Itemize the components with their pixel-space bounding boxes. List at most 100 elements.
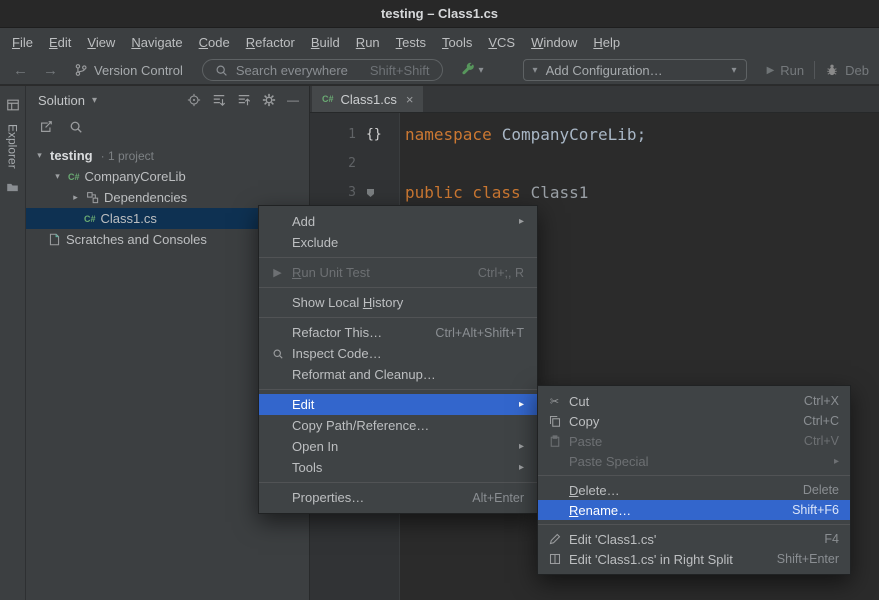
keyword-token: public class	[405, 183, 521, 202]
chevron-right-icon: ▸	[70, 192, 81, 203]
menu-item-show-local-history[interactable]: Show Local History	[259, 292, 537, 313]
copy-icon	[546, 415, 563, 427]
menu-separator	[538, 524, 850, 525]
search-shortcut-hint: Shift+Shift	[370, 63, 430, 78]
menu-item-copy-path[interactable]: Copy Path/Reference…	[259, 415, 537, 436]
menu-item-tools[interactable]: Tools ▸	[259, 457, 537, 478]
setup-environment-button[interactable]: ▾	[460, 62, 484, 78]
play-icon: ▶	[269, 266, 286, 279]
explorer-tool-button[interactable]: Explorer	[6, 124, 20, 169]
menu-item-rename[interactable]: Rename… Shift+F6	[538, 500, 850, 520]
menu-item-copy[interactable]: Copy Ctrl+C	[538, 411, 850, 431]
expand-all-icon[interactable]	[212, 93, 226, 107]
line-number: 1	[310, 127, 356, 142]
project-tool-window-icon[interactable]	[6, 98, 20, 112]
version-control-label: Version Control	[94, 63, 183, 78]
menubar-item-help[interactable]: Help	[585, 35, 628, 50]
close-icon[interactable]: ×	[406, 92, 414, 107]
tool-window-stripe: Explorer	[0, 86, 26, 600]
locate-file-icon[interactable]	[187, 93, 201, 107]
csharp-file-icon: C#	[84, 214, 96, 224]
gear-icon[interactable]	[262, 93, 276, 107]
menu-item-edit-file-right-split[interactable]: Edit 'Class1.cs' in Right Split Shift+En…	[538, 549, 850, 569]
bug-icon	[825, 63, 839, 77]
menubar-item-vcs[interactable]: VCS	[480, 35, 523, 50]
context-menu: Add ▸ Exclude ▶ Run Unit Test Ctrl+;, R …	[258, 205, 538, 514]
menu-item-refactor-this[interactable]: Refactor This… Ctrl+Alt+Shift+T	[259, 322, 537, 343]
scroll-to-source-icon[interactable]	[39, 120, 53, 134]
run-button-label: Run	[780, 63, 804, 78]
menubar-item-edit[interactable]: Edit	[41, 35, 79, 50]
dependencies-icon	[86, 191, 99, 204]
menu-item-edit[interactable]: Edit ▸	[259, 394, 537, 415]
menu-item-properties[interactable]: Properties… Alt+Enter	[259, 487, 537, 508]
code-line: public class Class1	[400, 178, 879, 207]
menu-separator	[259, 482, 537, 483]
run-configuration-select[interactable]: ▾ Add Configuration… ▾	[523, 59, 747, 81]
panel-header-icons: —	[187, 93, 299, 107]
menu-item-inspect-code[interactable]: Inspect Code…	[259, 343, 537, 364]
version-control-widget[interactable]: Version Control	[74, 63, 183, 78]
menubar-item-window[interactable]: Window	[523, 35, 585, 50]
tree-item-companycorelib[interactable]: ▾ C# CompanyCoreLib	[26, 166, 309, 187]
menubar-item-tools[interactable]: Tools	[434, 35, 480, 50]
chevron-down-icon: ▾	[479, 65, 484, 76]
menu-item-delete[interactable]: Delete… Delete	[538, 480, 850, 500]
braces-inlay-icon: {}	[356, 127, 399, 142]
folder-icon[interactable]	[6, 181, 19, 194]
menubar-item-navigate[interactable]: Navigate	[123, 35, 190, 50]
scratches-icon	[48, 233, 61, 246]
tree-module-label: CompanyCoreLib	[85, 169, 186, 184]
chevron-down-icon: ▾	[52, 171, 63, 182]
scissors-icon: ✂	[546, 395, 563, 408]
menu-separator	[259, 287, 537, 288]
tab-label: Class1.cs	[341, 92, 397, 107]
menubar-item-view[interactable]: View	[79, 35, 123, 50]
code-line	[400, 149, 879, 178]
main-toolbar: ← → Version Control Search everywhere Sh…	[0, 56, 879, 85]
tree-item-project[interactable]: ▾ testing · 1 project	[26, 145, 309, 166]
menubar-item-file[interactable]: File	[4, 35, 41, 50]
search-icon	[215, 64, 228, 77]
solution-view-select[interactable]: Solution	[38, 93, 85, 108]
tree-file-label: Class1.cs	[101, 211, 157, 226]
line-number: 2	[310, 156, 356, 171]
tree-dependencies-label: Dependencies	[104, 190, 187, 205]
menubar-item-refactor[interactable]: Refactor	[238, 35, 303, 50]
chevron-down-icon: ▾	[533, 65, 538, 76]
menu-item-cut[interactable]: ✂ Cut Ctrl+X	[538, 391, 850, 411]
menu-separator	[538, 475, 850, 476]
chevron-down-icon: ▾	[92, 95, 97, 106]
menubar-item-build[interactable]: Build	[303, 35, 348, 50]
menu-item-edit-file[interactable]: Edit 'Class1.cs' F4	[538, 529, 850, 549]
menubar-item-run[interactable]: Run	[348, 35, 388, 50]
submenu-arrow-icon: ▸	[519, 399, 524, 410]
class-name-token: Class1	[531, 183, 589, 202]
main-menu-bar: File Edit View Navigate Code Refactor Bu…	[0, 28, 879, 56]
menu-item-reformat-cleanup[interactable]: Reformat and Cleanup…	[259, 364, 537, 385]
tab-class1[interactable]: C# Class1.cs ×	[312, 86, 423, 112]
wrench-icon	[460, 62, 476, 78]
menubar-item-code[interactable]: Code	[191, 35, 238, 50]
gutter-annotation-icon	[356, 188, 399, 198]
menu-item-exclude[interactable]: Exclude	[259, 232, 537, 253]
debug-button-label: Deb	[845, 63, 869, 78]
paste-icon	[546, 435, 563, 447]
hide-panel-button[interactable]: —	[287, 93, 299, 107]
back-button[interactable]: ←	[10, 62, 31, 79]
find-icon[interactable]	[69, 120, 83, 134]
window-title: testing – Class1.cs	[381, 6, 498, 21]
menubar-item-tests[interactable]: Tests	[388, 35, 434, 50]
menu-item-paste: Paste Ctrl+V	[538, 431, 850, 451]
menu-separator	[259, 389, 537, 390]
menu-item-open-in[interactable]: Open In ▸	[259, 436, 537, 457]
run-configuration-label: Add Configuration…	[546, 63, 663, 78]
submenu-arrow-icon: ▸	[519, 462, 524, 473]
search-everywhere-field[interactable]: Search everywhere Shift+Shift	[202, 59, 443, 81]
title-bar: testing – Class1.cs	[0, 0, 879, 28]
menu-item-run-unit-test: ▶ Run Unit Test Ctrl+;, R	[259, 262, 537, 283]
collapse-all-icon[interactable]	[237, 93, 251, 107]
forward-button[interactable]: →	[40, 62, 61, 79]
search-placeholder: Search everywhere	[236, 63, 348, 78]
menu-item-add[interactable]: Add ▸	[259, 211, 537, 232]
